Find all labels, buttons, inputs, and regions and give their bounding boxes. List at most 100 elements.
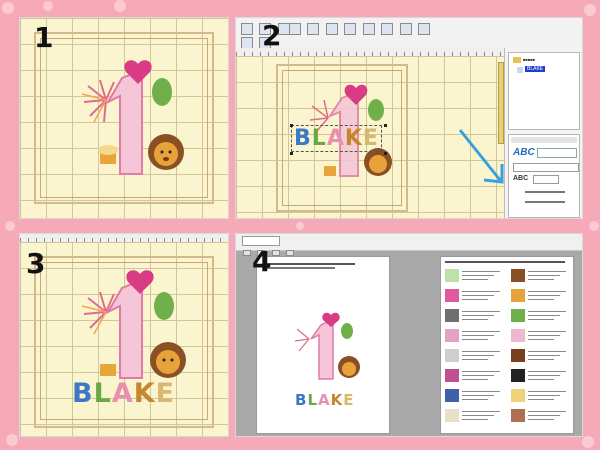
thread-color-swatch (445, 349, 459, 362)
panel-4-print-preview: BLAKE 4 (236, 234, 582, 436)
panel-number: 2 (262, 19, 282, 52)
name-letter: K (133, 378, 156, 409)
thread-info-line (462, 359, 488, 360)
thread-info-line (462, 299, 488, 300)
birthday-embroidery-design (81, 270, 186, 379)
size-slider[interactable] (525, 191, 565, 193)
name-letter: A (111, 378, 134, 409)
thread-info-line (528, 299, 554, 300)
thread-info-line (462, 279, 488, 280)
print-icon[interactable] (243, 249, 251, 256)
text-tool-icon[interactable] (418, 22, 431, 35)
thread-info-line (528, 319, 554, 320)
thread-info-line (528, 279, 554, 280)
thread-color-swatch (511, 289, 525, 302)
thread-info-line (528, 411, 566, 412)
preview-toolbar (236, 234, 582, 256)
thread-info-line (462, 411, 500, 412)
zoom-out-icon[interactable] (286, 249, 295, 256)
selection-handle[interactable] (384, 152, 387, 155)
name-letter: L (93, 378, 112, 409)
style-dropdown[interactable] (533, 175, 559, 184)
thread-info-line (462, 291, 500, 292)
thread-info-line (462, 331, 500, 332)
text-input[interactable] (513, 163, 579, 172)
select-icon[interactable] (399, 22, 412, 35)
copy-icon[interactable] (307, 22, 320, 35)
thread-color-swatch (511, 409, 525, 422)
panel-3-design-with-name: BLAKE 3 (20, 234, 228, 436)
thread-info-line (462, 395, 494, 396)
selection-handle[interactable] (384, 124, 387, 127)
thread-info-line (462, 311, 500, 312)
spacing-slider[interactable] (525, 201, 565, 203)
font-preview[interactable]: ABC (513, 147, 535, 158)
preview-page-design: BLAKE (256, 256, 390, 434)
text-properties-panel: ABC ABC (508, 134, 580, 218)
name-letter: B (294, 126, 312, 151)
thread-info-line (462, 391, 500, 392)
thread-info-line (462, 275, 494, 276)
thread-info-line (528, 391, 566, 392)
name-text: BLAKE (72, 378, 175, 409)
tree-item-selected[interactable]: BLAKE (525, 66, 546, 72)
thread-color-swatch (511, 309, 525, 322)
thread-info-line (462, 371, 500, 372)
new-icon[interactable] (241, 22, 253, 35)
page-header-text (445, 261, 565, 263)
page-header-text (265, 267, 335, 269)
name-letter: L (307, 391, 318, 409)
undo-icon[interactable] (344, 22, 357, 35)
preview-name-text: BLAKE (295, 391, 354, 409)
font-dropdown[interactable] (537, 148, 577, 158)
name-letters: BLAKE (72, 378, 175, 409)
name-letter: B (295, 391, 308, 409)
thread-info-line (462, 419, 488, 420)
zoom-icon[interactable] (381, 22, 394, 35)
name-letter: E (155, 378, 176, 409)
name-letter: K (330, 391, 344, 409)
editor-toolbar (236, 18, 582, 49)
thread-info-line (528, 315, 560, 316)
arrow-annotation-icon (458, 129, 504, 184)
selection-handle[interactable] (290, 152, 293, 155)
thread-info-line (528, 291, 566, 292)
selection-handle[interactable] (290, 124, 293, 127)
thread-info-line (462, 399, 488, 400)
thread-color-swatch (511, 329, 525, 342)
redo-icon[interactable] (362, 22, 375, 35)
paste-icon[interactable] (325, 22, 338, 35)
thread-color-swatch (511, 369, 525, 382)
thread-info-line (528, 359, 554, 360)
thread-info-line (462, 339, 488, 340)
thread-info-line (528, 399, 554, 400)
thread-info-line (462, 315, 494, 316)
name-letter: K (344, 126, 363, 151)
thread-info-line (528, 379, 554, 380)
thread-info-line (528, 375, 560, 376)
thread-info-line (528, 275, 560, 276)
cut-icon[interactable] (289, 22, 301, 35)
panel-number: 1 (34, 21, 54, 54)
thread-info-line (528, 335, 560, 336)
name-text-selected[interactable]: BLAKE (291, 125, 382, 152)
style-preview[interactable]: ABC (513, 175, 528, 182)
properties-side-panel: ■■■■■ BLAKE ABC ABC (504, 48, 582, 218)
thread-info-line (462, 295, 494, 296)
panel-number: 3 (26, 247, 46, 280)
name-letters: BLAKE (295, 391, 354, 409)
zoom-in-icon[interactable] (271, 249, 280, 256)
thread-info-line (462, 351, 500, 352)
panel-2-editor-window: BLAKE ■■■■■ BLAKE ABC ABC 2 (236, 18, 582, 218)
tool-icon[interactable] (241, 36, 253, 49)
tree-item[interactable]: ■■■■■ (523, 57, 535, 62)
thread-color-swatch (445, 409, 459, 422)
birthday-embroidery-design (81, 60, 184, 175)
thread-color-swatch (511, 269, 525, 282)
property-tabs[interactable] (511, 137, 577, 143)
thread-color-swatch (445, 269, 459, 282)
preview-page-thread-chart (440, 256, 574, 434)
thread-info-line (528, 295, 560, 296)
name-letters: BLAKE (294, 126, 379, 151)
thread-info-line (462, 319, 488, 320)
